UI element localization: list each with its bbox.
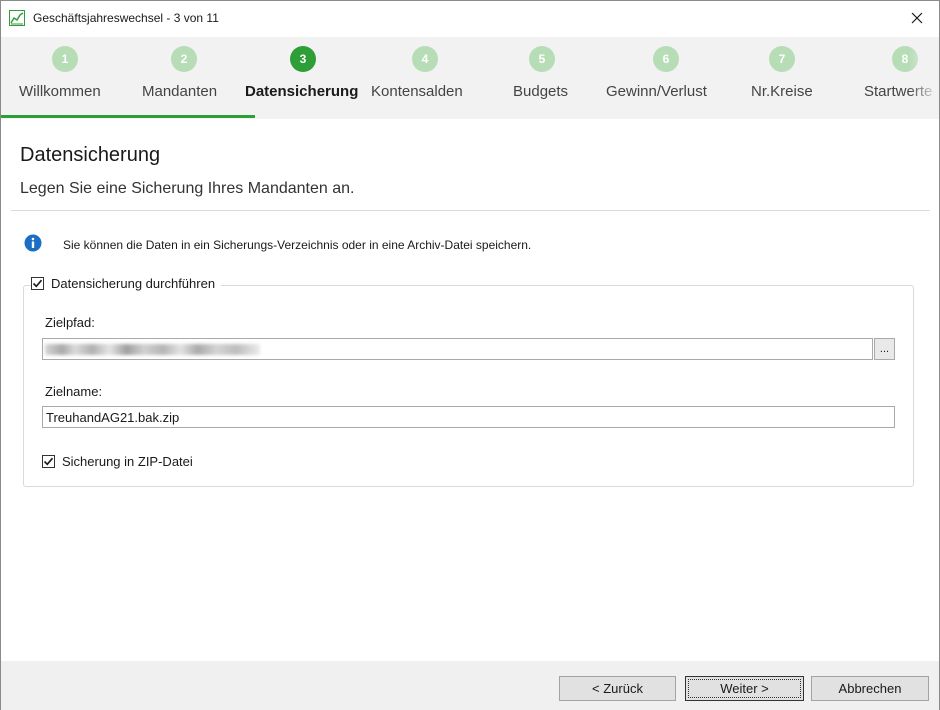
step-label: Startwerte <box>864 83 933 100</box>
step-number: 8 <box>892 46 918 72</box>
chart-icon <box>9 10 25 26</box>
wizard-window: Geschäftsjahreswechsel - 3 von 11 1 Will… <box>0 0 940 710</box>
page-subtitle: Legen Sie eine Sicherung Ihres Mandanten… <box>20 180 355 197</box>
step-mandanten[interactable]: 2 Mandanten <box>128 37 238 119</box>
step-label: Nr.Kreise <box>751 83 813 100</box>
active-step-indicator <box>1 115 255 118</box>
step-kontensalden[interactable]: 4 Kontensalden <box>368 37 483 119</box>
title-bar: Geschäftsjahreswechsel - 3 von 11 <box>1 1 939 37</box>
step-label: Mandanten <box>142 83 218 100</box>
step-number: 7 <box>769 46 795 72</box>
wizard-step-bar: 1 Willkommen 2 Mandanten 3 Datensicherun… <box>1 37 939 119</box>
close-icon <box>911 12 923 24</box>
backup-checkbox-label: Datensicherung durchführen <box>51 276 216 291</box>
backup-checkbox[interactable] <box>31 277 44 290</box>
zip-checkbox[interactable] <box>42 455 55 468</box>
step-willkommen[interactable]: 1 Willkommen <box>1 37 128 119</box>
zielname-input[interactable] <box>42 406 895 428</box>
step-nr-kreise[interactable]: 7 Nr.Kreise <box>743 37 833 119</box>
backup-checkbox-row[interactable]: Datensicherung durchführen <box>31 276 222 291</box>
zip-checkbox-label: Sicherung in ZIP-Datei <box>62 454 193 469</box>
close-button[interactable] <box>895 1 939 35</box>
step-number: 6 <box>653 46 679 72</box>
step-label: Kontensalden <box>371 83 463 100</box>
step-budgets[interactable]: 5 Budgets <box>483 37 583 119</box>
step-number: 4 <box>412 46 438 72</box>
cancel-button[interactable]: Abbrechen <box>811 676 929 701</box>
check-icon <box>32 279 43 288</box>
step-startwerte[interactable]: 8 Startwerte <box>833 37 939 119</box>
step-number: 3 <box>290 46 316 72</box>
step-datensicherung[interactable]: 3 Datensicherung <box>238 37 368 119</box>
back-button[interactable]: < Zurück <box>559 676 676 701</box>
step-number: 5 <box>529 46 555 72</box>
page-title: Datensicherung <box>20 144 161 166</box>
step-label: Gewinn/Verlust <box>606 83 707 100</box>
next-button[interactable]: Weiter > <box>685 676 804 701</box>
step-label: Willkommen <box>19 83 101 100</box>
info-icon <box>24 234 42 252</box>
check-icon <box>43 457 54 466</box>
redacted-path <box>45 344 260 355</box>
step-number: 1 <box>52 46 78 72</box>
browse-button[interactable]: ... <box>874 338 895 360</box>
zielpfad-label: Zielpfad: <box>45 315 95 330</box>
step-number: 2 <box>171 46 197 72</box>
header-divider <box>11 210 930 211</box>
zielname-label: Zielname: <box>45 384 103 399</box>
zip-checkbox-row[interactable]: Sicherung in ZIP-Datei <box>42 454 193 469</box>
window-title: Geschäftsjahreswechsel - 3 von 11 <box>33 11 219 25</box>
info-message: Sie können die Daten in ein Sicherungs-V… <box>63 238 532 252</box>
step-gewinn-verlust[interactable]: 6 Gewinn/Verlust <box>583 37 743 119</box>
step-label: Budgets <box>513 83 569 100</box>
step-label: Datensicherung <box>245 83 359 100</box>
